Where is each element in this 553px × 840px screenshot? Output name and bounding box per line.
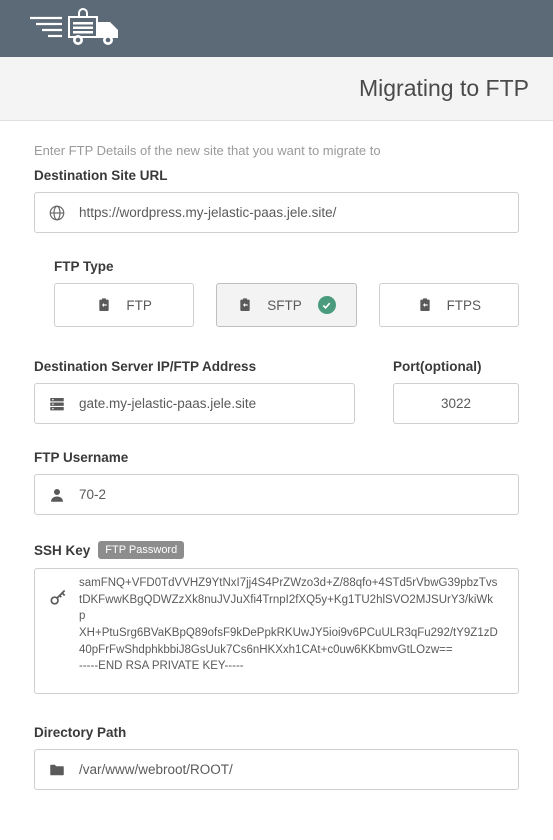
ftp-type-ftp-button[interactable]: FTP (54, 283, 194, 327)
sftp-option-label: SFTP (267, 298, 302, 313)
form-content: Enter FTP Details of the new site that y… (0, 121, 553, 840)
dirpath-input[interactable] (34, 749, 519, 790)
ftp-option-label: FTP (126, 298, 152, 313)
folder-icon (48, 761, 66, 779)
truck-logo-icon (20, 35, 130, 52)
page-title: Migrating to FTP (359, 75, 529, 101)
username-label: FTP Username (34, 450, 519, 465)
ftp-password-badge[interactable]: FTP Password (98, 541, 184, 559)
title-bar: Migrating to FTP (0, 57, 553, 121)
intro-text: Enter FTP Details of the new site that y… (34, 143, 519, 158)
url-input[interactable] (34, 192, 519, 233)
ftp-type-label: FTP Type (54, 259, 519, 274)
clipboard-icon (237, 297, 253, 313)
ftps-option-label: FTPS (447, 298, 482, 313)
server-label: Destination Server IP/FTP Address (34, 359, 355, 374)
user-icon (48, 486, 66, 504)
dirpath-label: Directory Path (34, 725, 519, 740)
header-logo-bar (0, 0, 553, 57)
sshkey-label: SSH Key (34, 543, 90, 558)
globe-icon (48, 204, 66, 222)
ftp-type-ftps-button[interactable]: FTPS (379, 283, 519, 327)
server-icon (48, 395, 66, 413)
ftp-type-sftp-button[interactable]: SFTP (216, 283, 356, 327)
username-input[interactable] (34, 474, 519, 515)
url-label: Destination Site URL (34, 168, 519, 183)
server-input[interactable] (34, 383, 355, 424)
port-label: Port(optional) (393, 359, 519, 374)
clipboard-icon (417, 297, 433, 313)
check-icon (318, 296, 336, 314)
sshkey-textarea[interactable] (34, 568, 519, 694)
port-input[interactable] (393, 383, 519, 424)
clipboard-icon (96, 297, 112, 313)
key-icon (48, 588, 68, 608)
